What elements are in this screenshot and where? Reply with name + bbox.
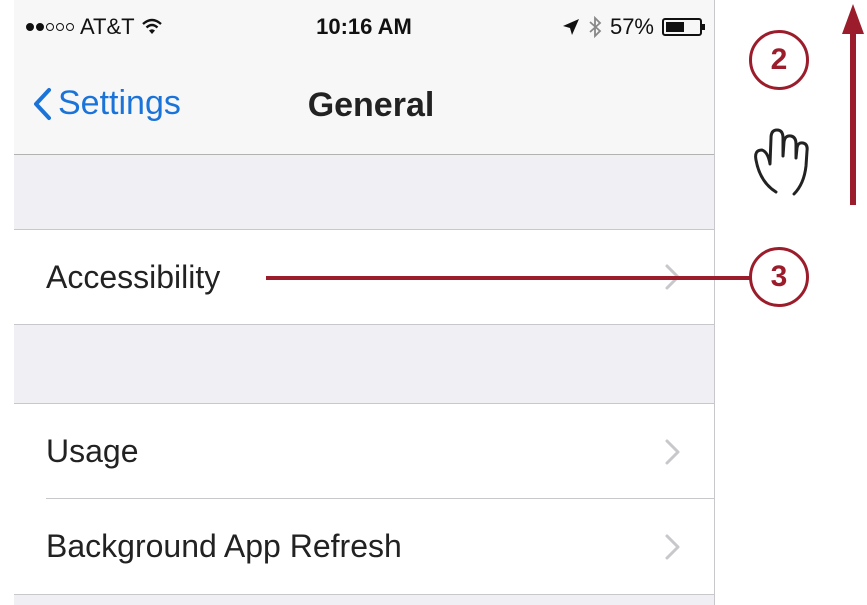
section-gap [14,325,714,403]
swipe-up-hand-icon [754,128,809,196]
chevron-right-icon [665,439,680,464]
battery-percent: 57% [609,14,654,39]
bluetooth-icon [589,16,602,38]
page-title: General [307,86,435,124]
background-app-refresh-row[interactable]: Background App Refresh [14,499,714,595]
row-label: Accessibility [46,258,221,295]
step-3-callout: 3 [749,247,809,307]
status-bar: AT&T 10:16 AM 57% [14,0,714,48]
swipe-up-arrow-icon [842,4,864,205]
chevron-right-icon [665,534,680,559]
section-gap [14,155,714,229]
step-3-callout-line [266,276,751,280]
usage-row[interactable]: Usage [14,403,714,499]
row-label: Usage [46,433,139,469]
status-right: 57% [562,14,705,40]
step-2-callout: 2 [749,30,809,90]
navigation-bar: Settings General [14,48,714,155]
location-arrow-icon [562,19,579,35]
section-gap [14,595,714,605]
row-label: Background App Refresh [46,528,402,564]
phone-screen: AT&T 10:16 AM 57% Settings General Acces… [14,0,715,605]
battery-icon [662,18,705,36]
